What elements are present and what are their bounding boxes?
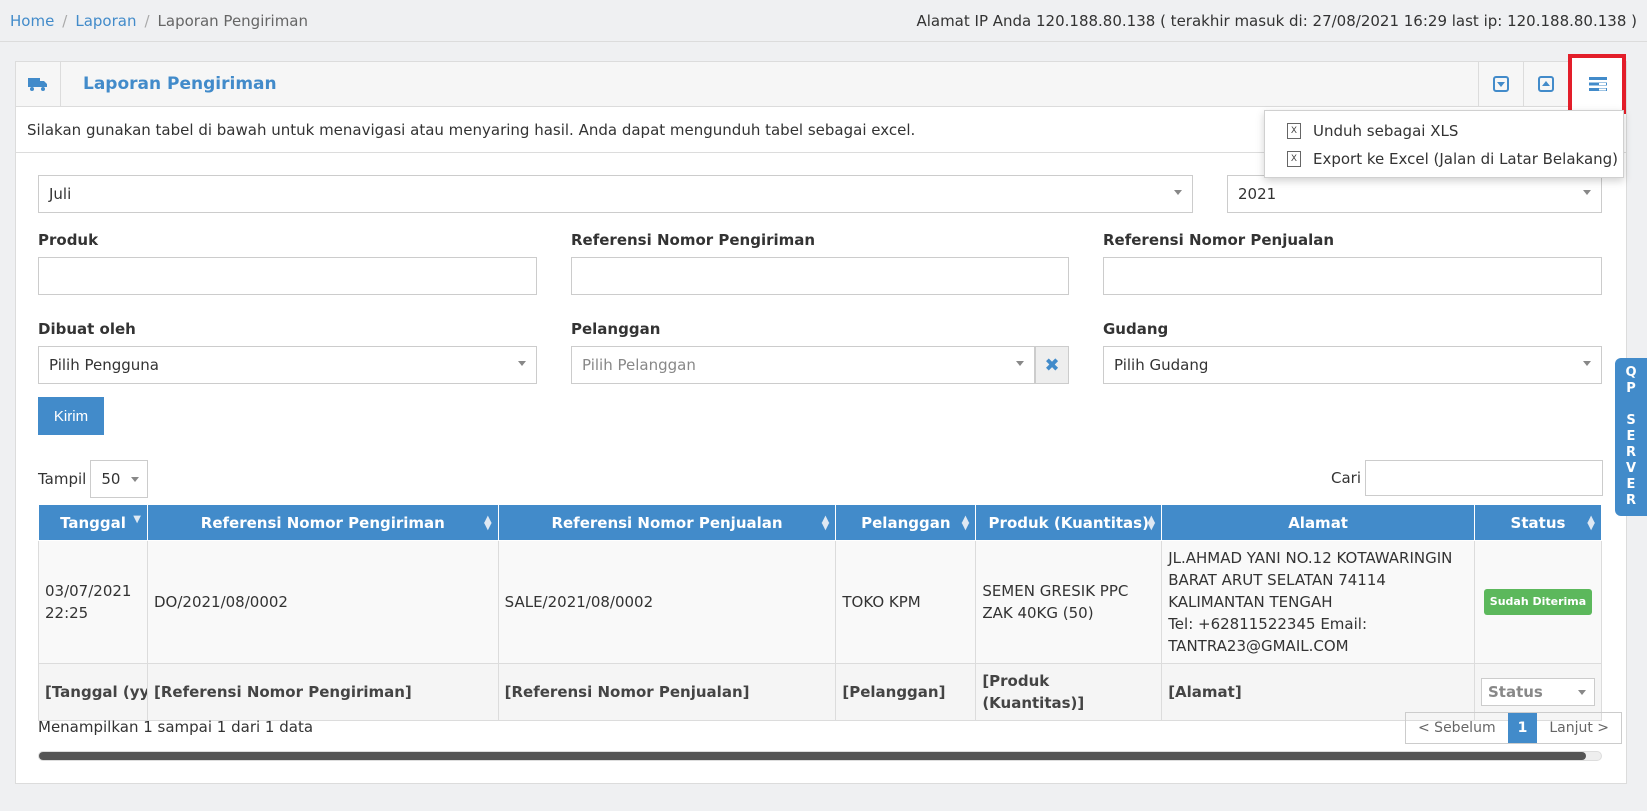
produk-label: Produk [38, 231, 99, 249]
next-page-button[interactable]: Lanjut > [1537, 713, 1621, 743]
year-select[interactable]: 2021 [1227, 175, 1602, 213]
breadcrumb: Home / Laporan / Laporan Pengiriman [10, 12, 308, 30]
filter-tanggal[interactable]: [Tanggal (yyy [38, 663, 148, 721]
chevron-down-icon [1016, 361, 1024, 366]
chevron-down-icon [1174, 190, 1182, 195]
alamat-contact: Tel: +62811522345 Email: TANTRA23@GMAIL.… [1168, 615, 1368, 655]
cell-ref-kirim: DO/2021/08/0002 [147, 540, 499, 664]
col-header-tanggal[interactable]: Tanggal ▼ [38, 504, 148, 541]
cell-alamat: JL.AHMAD YANI NO.12 KOTAWARINGIN BARAT A… [1161, 540, 1475, 664]
pelanggan-select[interactable]: Pilih Pelanggan [571, 346, 1035, 384]
filter-produk[interactable]: [Produk (Kuantitas)] [975, 663, 1163, 721]
search-control: Cari [1331, 460, 1603, 496]
table-header-row: Tanggal ▼ Referensi Nomor Pengiriman ▲ ▼ Re… [38, 504, 1603, 541]
export-excel-background-item[interactable]: X Export ke Excel (Jalan di Latar Belaka… [1265, 145, 1623, 173]
sort-icon: ▲ ▼ [961, 514, 970, 532]
chevron-down-icon [518, 361, 526, 366]
ip-info: Alamat IP Anda 120.188.80.138 ( terakhir… [916, 11, 1637, 30]
search-label: Cari [1331, 469, 1361, 487]
chevron-down-icon [131, 477, 140, 482]
table-info: Menampilkan 1 sampai 1 dari 1 data [38, 718, 314, 736]
col-header-ref-kirim[interactable]: Referensi Nomor Pengiriman ▲ ▼ [147, 504, 499, 541]
col-header-produk[interactable]: Produk (Kuantitas) ▲ ▼ [975, 504, 1163, 541]
breadcrumb-current: Laporan Pengiriman [157, 11, 309, 30]
shipment-table: Tanggal ▼ Referensi Nomor Pengiriman ▲ ▼ Re… [38, 504, 1603, 721]
col-header-ref-jual[interactable]: Referensi Nomor Penjualan ▲ ▼ [497, 504, 837, 541]
top-bar: Home / Laporan / Laporan Pengiriman Alam… [0, 0, 1647, 42]
caret-square-up-icon [1538, 76, 1554, 92]
cell-produk: SEMEN GRESIK PPC ZAK 40KG (50) [975, 540, 1163, 664]
breadcrumb-home[interactable]: Home [10, 12, 54, 30]
filter-ref-kirim[interactable]: [Referensi Nomor Pengiriman] [147, 663, 499, 721]
status-badge: Sudah Diterima [1483, 589, 1593, 615]
col-header-status[interactable]: Status ▲ ▼ [1473, 504, 1603, 541]
table-row[interactable]: 03/07/2021 22:25 DO/2021/08/0002 SALE/20… [38, 540, 1603, 664]
close-icon: ✖ [1044, 354, 1060, 376]
gudang-select[interactable]: Pilih Gudang [1103, 346, 1602, 384]
cell-tanggal: 03/07/2021 22:25 [38, 540, 148, 664]
gudang-label: Gudang [1103, 320, 1169, 338]
side-tab-label: QP SERVER [1623, 365, 1639, 509]
ref-kirim-label: Referensi Nomor Pengiriman [571, 231, 816, 249]
column-filter-row: [Tanggal (yyy [Referensi Nomor Pengirima… [38, 663, 1603, 721]
tasks-menu-button[interactable] [1568, 54, 1626, 114]
page-title: Laporan Pengiriman [83, 74, 277, 94]
scrollbar-thumb[interactable] [39, 752, 1586, 760]
prev-page-button[interactable]: < Sebelum [1406, 713, 1508, 743]
tampil-label: Tampil [38, 470, 87, 488]
ref-jual-label: Referensi Nomor Penjualan [1103, 231, 1335, 249]
box-header: Laporan Pengiriman [16, 54, 1626, 114]
file-excel-icon: X [1287, 151, 1301, 167]
ref-jual-input[interactable] [1103, 257, 1602, 295]
export-dropdown-menu: X Unduh sebagai XLS X Export ke Excel (J… [1264, 110, 1624, 178]
cell-status: Sudah Diterima [1473, 540, 1603, 664]
filter-pelanggan[interactable]: [Pelanggan] [835, 663, 977, 721]
month-select[interactable]: Juli [38, 175, 1193, 213]
pelanggan-label: Pelanggan [571, 320, 661, 338]
filter-ref-jual[interactable]: [Referensi Nomor Penjualan] [497, 663, 837, 721]
file-excel-icon: X [1287, 123, 1301, 139]
ref-kirim-input[interactable] [571, 257, 1069, 295]
page-length-control: Tampil 50 [38, 460, 149, 498]
tasks-icon [1588, 77, 1607, 91]
sort-icon: ▲ ▼ [1587, 514, 1595, 532]
page-1-button[interactable]: 1 [1507, 713, 1538, 743]
chevron-down-icon [1583, 361, 1591, 366]
dibuat-select[interactable]: Pilih Pengguna [38, 346, 537, 384]
breadcrumb-laporan[interactable]: Laporan [75, 12, 136, 30]
page-length-select[interactable]: 50 [90, 460, 149, 498]
sort-desc-icon: ▼ [133, 514, 141, 525]
download-xls-item[interactable]: X Unduh sebagai XLS [1265, 117, 1623, 145]
qp-server-side-tab[interactable]: QP SERVER [1615, 358, 1647, 516]
chevron-down-icon [1577, 690, 1586, 695]
collapse-down-button[interactable] [1478, 62, 1523, 106]
col-header-pelanggan[interactable]: Pelanggan ▲ ▼ [835, 504, 977, 541]
horizontal-scrollbar[interactable] [38, 751, 1602, 761]
truck-icon [16, 62, 61, 106]
cell-ref-jual: SALE/2021/08/0002 [497, 540, 837, 664]
caret-square-down-icon [1493, 76, 1509, 92]
pagination: < Sebelum 1 Lanjut > [1405, 712, 1623, 744]
cell-pelanggan: TOKO KPM [835, 540, 977, 664]
search-input[interactable] [1365, 460, 1603, 496]
submit-button[interactable]: Kirim [38, 397, 104, 435]
chevron-down-icon [1583, 190, 1591, 195]
dibuat-label: Dibuat oleh [38, 320, 136, 338]
filter-status-select[interactable]: Status [1480, 678, 1595, 706]
produk-input[interactable] [38, 257, 537, 295]
sort-icon: ▲ ▼ [821, 514, 830, 532]
alamat-address: JL.AHMAD YANI NO.12 KOTAWARINGIN BARAT A… [1168, 549, 1453, 611]
col-header-alamat: Alamat [1161, 504, 1475, 541]
clear-pelanggan-button[interactable]: ✖ [1035, 346, 1069, 384]
collapse-up-button[interactable] [1523, 62, 1568, 106]
sort-icon: ▲ ▼ [483, 514, 492, 532]
sort-icon: ▲ ▼ [1147, 514, 1156, 532]
breadcrumb-separator: / [144, 11, 150, 30]
breadcrumb-separator: / [62, 11, 68, 30]
